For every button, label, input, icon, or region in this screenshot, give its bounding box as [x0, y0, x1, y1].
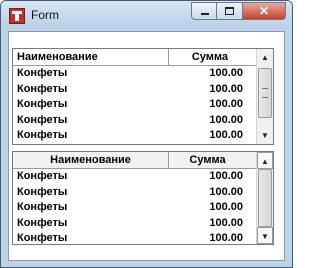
top-grid[interactable]: Наименование Сумма Конфеты 100.00 Конфет…: [12, 48, 274, 145]
table-row[interactable]: Конфеты 100.00: [13, 113, 257, 129]
table-row[interactable]: Конфеты 100.00: [13, 216, 257, 232]
cell-name: Конфеты: [17, 129, 68, 141]
scroll-up-button[interactable]: ▲: [257, 152, 273, 169]
close-button[interactable]: ✕: [243, 2, 286, 20]
table-row[interactable]: Конфеты 100.00: [13, 82, 257, 98]
cell-sum: 100.00: [209, 201, 243, 213]
table-row[interactable]: Конфеты 100.00: [13, 231, 257, 244]
cell-sum: 100.00: [209, 216, 243, 229]
top-grid-body: Наименование Сумма Конфеты 100.00 Конфет…: [13, 49, 257, 144]
cell-sum: 100.00: [209, 129, 243, 141]
app-icon[interactable]: [9, 8, 25, 24]
scroll-down-button[interactable]: ▼: [257, 127, 273, 144]
cell-sum: 100.00: [209, 82, 243, 95]
cell-sum: 100.00: [209, 98, 243, 110]
title-bar[interactable]: Form ✕: [1, 1, 292, 29]
cell-name: Конфеты: [17, 185, 68, 198]
cell-sum: 100.00: [209, 170, 243, 182]
minimize-icon: [201, 13, 209, 15]
minimize-button[interactable]: [191, 2, 217, 20]
cell-name: Конфеты: [17, 67, 68, 79]
table-row[interactable]: Конфеты 100.00: [13, 66, 257, 82]
column-header-name[interactable]: Наименование: [13, 49, 169, 65]
top-grid-scrollbar[interactable]: ▲ ▼: [256, 49, 273, 144]
cell-name: Конфеты: [17, 216, 68, 229]
table-row[interactable]: Конфеты 100.00: [13, 200, 257, 216]
caption-buttons: ✕: [191, 2, 286, 20]
column-header-sum[interactable]: Сумма: [169, 152, 257, 168]
scroll-up-button[interactable]: ▲: [257, 49, 273, 66]
scroll-thumb[interactable]: [258, 68, 272, 118]
cell-sum: 100.00: [209, 185, 243, 198]
top-grid-header: Наименование Сумма: [13, 49, 257, 66]
close-icon: ✕: [258, 4, 270, 18]
table-row[interactable]: Конфеты 100.00: [13, 128, 257, 144]
cell-name: Конфеты: [17, 232, 68, 244]
window-title: Form: [31, 8, 59, 22]
cell-name: Конфеты: [17, 82, 68, 95]
arrow-down-icon: ▼: [261, 232, 269, 241]
cell-name: Конфеты: [17, 170, 68, 182]
bottom-grid[interactable]: Наименование Сумма Конфеты 100.00 Конфет…: [12, 151, 274, 245]
cell-name: Конфеты: [17, 201, 68, 213]
cell-name: Конфеты: [17, 113, 68, 126]
maximize-icon: [225, 7, 234, 15]
arrow-up-icon: ▲: [261, 53, 269, 62]
table-row[interactable]: Конфеты 100.00: [13, 169, 257, 185]
scroll-down-button[interactable]: ▼: [257, 227, 273, 244]
table-row[interactable]: Конфеты 100.00: [13, 185, 257, 201]
cell-sum: 100.00: [209, 113, 243, 126]
bottom-grid-body: Наименование Сумма Конфеты 100.00 Конфет…: [13, 152, 257, 244]
scroll-thumb[interactable]: [258, 169, 272, 227]
cell-sum: 100.00: [209, 67, 243, 79]
arrow-down-icon: ▼: [261, 131, 269, 140]
bottom-grid-header: Наименование Сумма: [13, 152, 257, 169]
cell-name: Конфеты: [17, 98, 68, 110]
cell-sum: 100.00: [209, 232, 243, 244]
column-header-name[interactable]: Наименование: [13, 152, 169, 168]
maximize-button[interactable]: [217, 2, 243, 20]
table-row[interactable]: Конфеты 100.00: [13, 97, 257, 113]
bottom-grid-scrollbar[interactable]: ▲ ▼: [256, 152, 273, 244]
arrow-up-icon: ▲: [261, 157, 269, 166]
column-header-sum[interactable]: Сумма: [169, 49, 257, 65]
